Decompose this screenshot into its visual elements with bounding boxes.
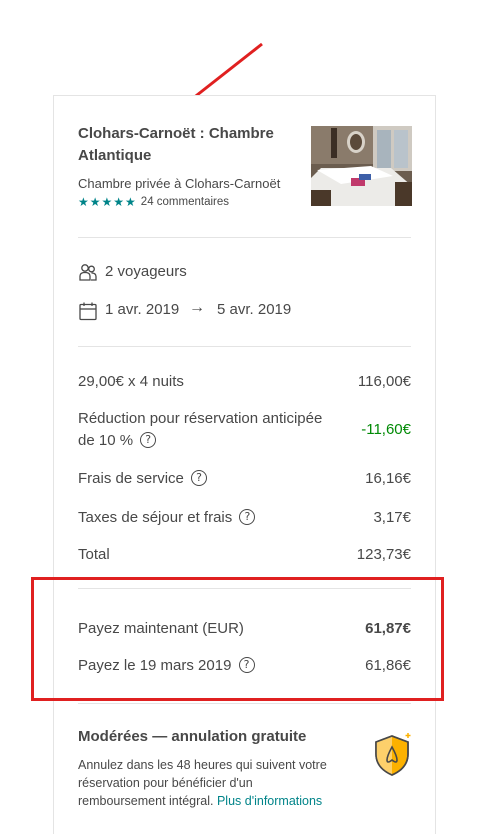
divider [78,703,411,704]
arrow-right-icon: → [189,299,205,316]
service-fee-text: Frais de service [78,470,184,487]
review-count[interactable]: 24 commentaires [141,196,229,208]
total-label: Total [78,546,110,563]
taxes-value: 3,17€ [373,509,411,526]
discount-label-line1: Réduction pour réservation anticipée [78,410,323,427]
checkin-date[interactable]: 1 avr. 2019 [105,301,179,318]
pay-later-text: Payez le 19 mars 2019 [78,657,232,674]
pay-now-label: Payez maintenant (EUR) [78,620,244,637]
pay-now-row: Payez maintenant (EUR) 61,87€ [78,618,411,640]
discount-row: Réduction pour réservation anticipée de … [78,408,411,452]
booking-summary-card: Clohars-Carnoët : Chambre Atlantique Cha… [53,95,436,834]
help-icon[interactable]: ? [191,470,208,487]
divider [78,588,411,589]
service-fee-value: 16,16€ [365,470,411,487]
shield-icon [375,733,411,776]
calendar-icon [79,302,97,321]
checkout-date[interactable]: 5 avr. 2019 [217,301,291,318]
help-icon[interactable]: ? [239,509,256,526]
service-fee-row: Frais de service ? 16,16€ [78,468,411,490]
pay-now-value: 61,87€ [365,620,411,637]
guests-count[interactable]: 2 voyageurs [105,263,187,280]
total-value: 123,73€ [356,546,411,563]
discount-label-line2: de 10 % [78,432,134,449]
total-row: Total 123,73€ [78,544,411,566]
pay-later-label: Payez le 19 mars 2019 ? [78,655,255,677]
more-info-link[interactable]: Plus d'informations [217,794,322,808]
cancellation-policy-text: Annulez dans les 48 heures qui suivent v… [78,756,338,810]
taxes-row: Taxes de séjour et frais ? 3,17€ [78,507,411,529]
rating: ★★★★★ 24 commentaires [78,195,229,209]
listing-subtitle: Chambre privée à Clohars-Carnoët [78,176,281,191]
nightly-price-row: 29,00€ x 4 nuits 116,00€ [78,371,411,393]
guests-icon [79,264,97,281]
service-fee-label: Frais de service ? [78,468,208,490]
divider [78,237,411,238]
star-rating-icon: ★★★★★ [78,195,137,209]
listing-title[interactable]: Clohars-Carnoët : Chambre Atlantique [78,123,298,167]
divider [78,346,411,347]
help-icon[interactable]: ? [238,657,255,674]
discount-label: Réduction pour réservation anticipée de … [78,408,368,452]
taxes-text: Taxes de séjour et frais [78,509,233,526]
pay-later-value: 61,86€ [365,657,411,674]
discount-value: -11,60€ [361,421,411,438]
cancellation-policy-title: Modérées — annulation gratuite [78,728,307,745]
help-icon[interactable]: ? [140,432,157,449]
nightly-price-value: 116,00€ [357,373,411,390]
listing-photo[interactable] [311,126,412,206]
nightly-price-label: 29,00€ x 4 nuits [78,373,184,390]
pay-later-row: Payez le 19 mars 2019 ? 61,86€ [78,655,411,677]
taxes-label: Taxes de séjour et frais ? [78,507,256,529]
